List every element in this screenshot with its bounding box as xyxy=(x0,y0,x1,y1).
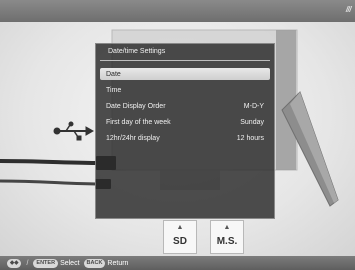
sd-slot-label: SD xyxy=(173,236,187,247)
menu-item-date-display-order[interactable]: Date Display Order M-D-Y xyxy=(100,100,270,112)
ms-slot-label: M.S. xyxy=(216,236,238,247)
menu-item-value: Sunday xyxy=(240,118,264,126)
bottom-help-bar: ◆◆ / ENTER Select BACK Return xyxy=(0,256,355,270)
return-hint: Return xyxy=(107,259,129,267)
separator: / xyxy=(26,259,29,267)
menu-title: Date/time Settings xyxy=(108,48,166,55)
memory-stick-slot: ▲ M.S. xyxy=(210,220,244,254)
date-time-settings-menu: Date/time Settings Date Time Date Displa… xyxy=(95,43,275,219)
menu-item-value: 12 hours xyxy=(236,134,264,142)
menu-item-time[interactable]: Time xyxy=(100,84,270,96)
enter-key-icon: ENTER xyxy=(33,258,59,268)
menu-item-label: Time xyxy=(106,86,122,94)
menu-item-label: First day of the week xyxy=(106,118,171,126)
menu-item-label: Date Display Order xyxy=(106,102,166,110)
menu-item-first-day-of-week[interactable]: First day of the week Sunday xyxy=(100,116,270,128)
frame-screen: /// Date/time Settings Date Time Date Di… xyxy=(0,0,355,270)
menu-item-date[interactable]: Date xyxy=(100,68,270,80)
menu-item-12hr-24hr-display[interactable]: 12hr/24hr display 12 hours xyxy=(100,132,270,144)
sd-card-slot: ▲ SD xyxy=(163,220,197,254)
back-key-icon: BACK xyxy=(83,258,106,268)
nav-key-icon: ◆◆ xyxy=(7,258,22,268)
up-arrow-icon: ▲ xyxy=(223,224,231,231)
select-hint: Select xyxy=(60,259,80,267)
title-divider xyxy=(100,60,270,61)
menu-item-label: Date xyxy=(106,70,121,78)
menu-item-value: M-D-Y xyxy=(243,102,264,110)
usb-icon xyxy=(53,121,95,141)
menu-item-label: 12hr/24hr display xyxy=(106,134,160,142)
up-arrow-icon: ▲ xyxy=(176,224,184,231)
